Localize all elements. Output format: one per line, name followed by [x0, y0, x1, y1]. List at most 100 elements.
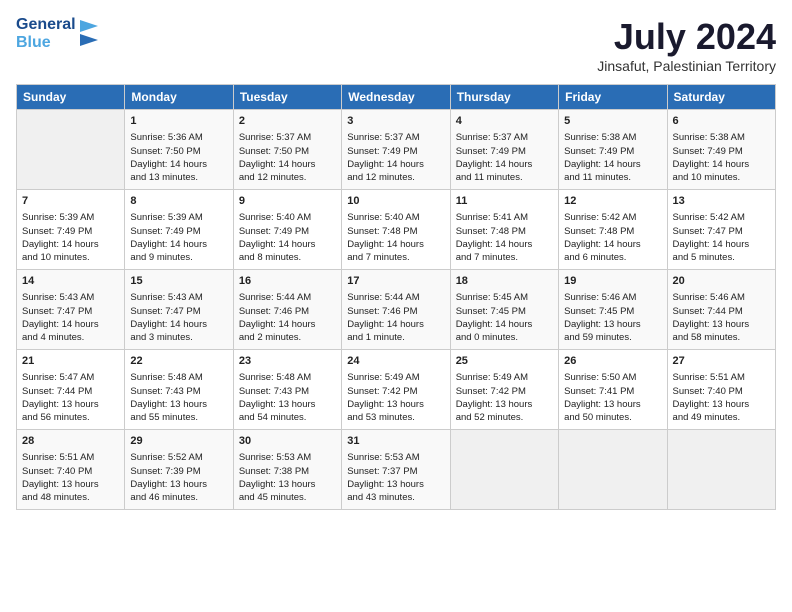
calendar-cell: 16Sunrise: 5:44 AMSunset: 7:46 PMDayligh…: [233, 270, 341, 350]
day-number: 25: [456, 354, 553, 369]
day-info: and 52 minutes.: [456, 411, 553, 424]
day-info: Daylight: 14 hours: [239, 158, 336, 171]
day-info: Sunset: 7:49 PM: [130, 225, 227, 238]
day-info: Sunrise: 5:40 AM: [239, 211, 336, 224]
day-info: and 11 minutes.: [564, 171, 661, 184]
calendar-cell: 22Sunrise: 5:48 AMSunset: 7:43 PMDayligh…: [125, 350, 233, 430]
day-number: 10: [347, 194, 444, 209]
day-info: Sunrise: 5:46 AM: [673, 291, 770, 304]
day-info: Sunrise: 5:49 AM: [347, 371, 444, 384]
logo-flag-icon: [78, 16, 100, 52]
logo: GeneralBlue: [16, 16, 100, 52]
col-header-saturday: Saturday: [667, 85, 775, 110]
day-info: Daylight: 13 hours: [564, 398, 661, 411]
day-number: 30: [239, 434, 336, 449]
day-info: and 55 minutes.: [130, 411, 227, 424]
day-info: and 5 minutes.: [673, 251, 770, 264]
day-info: and 10 minutes.: [673, 171, 770, 184]
day-info: Sunrise: 5:53 AM: [239, 451, 336, 464]
calendar-cell: 17Sunrise: 5:44 AMSunset: 7:46 PMDayligh…: [342, 270, 450, 350]
day-info: Sunrise: 5:39 AM: [22, 211, 119, 224]
calendar-cell: [559, 430, 667, 510]
day-info: Sunrise: 5:44 AM: [347, 291, 444, 304]
day-info: and 0 minutes.: [456, 331, 553, 344]
day-info: and 45 minutes.: [239, 491, 336, 504]
day-number: 14: [22, 274, 119, 289]
day-info: Daylight: 13 hours: [130, 398, 227, 411]
day-info: Daylight: 14 hours: [130, 318, 227, 331]
calendar-cell: 7Sunrise: 5:39 AMSunset: 7:49 PMDaylight…: [17, 190, 125, 270]
day-info: Sunrise: 5:48 AM: [239, 371, 336, 384]
day-info: Sunset: 7:49 PM: [673, 145, 770, 158]
day-number: 16: [239, 274, 336, 289]
calendar-cell: 12Sunrise: 5:42 AMSunset: 7:48 PMDayligh…: [559, 190, 667, 270]
calendar-cell: 11Sunrise: 5:41 AMSunset: 7:48 PMDayligh…: [450, 190, 558, 270]
day-info: Sunrise: 5:51 AM: [22, 451, 119, 464]
calendar-cell: 10Sunrise: 5:40 AMSunset: 7:48 PMDayligh…: [342, 190, 450, 270]
calendar-cell: 9Sunrise: 5:40 AMSunset: 7:49 PMDaylight…: [233, 190, 341, 270]
day-info: Sunrise: 5:46 AM: [564, 291, 661, 304]
calendar-cell: 26Sunrise: 5:50 AMSunset: 7:41 PMDayligh…: [559, 350, 667, 430]
calendar-cell: 31Sunrise: 5:53 AMSunset: 7:37 PMDayligh…: [342, 430, 450, 510]
day-number: 28: [22, 434, 119, 449]
page-header: GeneralBlue July 2024 Jinsafut, Palestin…: [16, 16, 776, 74]
calendar-cell: 28Sunrise: 5:51 AMSunset: 7:40 PMDayligh…: [17, 430, 125, 510]
day-info: Sunrise: 5:44 AM: [239, 291, 336, 304]
day-info: and 53 minutes.: [347, 411, 444, 424]
day-info: and 48 minutes.: [22, 491, 119, 504]
day-info: Sunset: 7:40 PM: [22, 465, 119, 478]
day-info: and 8 minutes.: [239, 251, 336, 264]
day-info: Daylight: 13 hours: [673, 318, 770, 331]
day-info: Sunset: 7:43 PM: [130, 385, 227, 398]
day-info: Sunset: 7:37 PM: [347, 465, 444, 478]
day-info: Daylight: 14 hours: [564, 158, 661, 171]
title-block: July 2024 Jinsafut, Palestinian Territor…: [597, 16, 776, 74]
day-info: Sunrise: 5:39 AM: [130, 211, 227, 224]
day-info: Sunrise: 5:41 AM: [456, 211, 553, 224]
day-info: and 12 minutes.: [347, 171, 444, 184]
day-info: Sunrise: 5:45 AM: [456, 291, 553, 304]
calendar-cell: 14Sunrise: 5:43 AMSunset: 7:47 PMDayligh…: [17, 270, 125, 350]
day-info: and 7 minutes.: [456, 251, 553, 264]
calendar-cell: 18Sunrise: 5:45 AMSunset: 7:45 PMDayligh…: [450, 270, 558, 350]
day-info: Sunrise: 5:38 AM: [564, 131, 661, 144]
calendar-cell: 6Sunrise: 5:38 AMSunset: 7:49 PMDaylight…: [667, 110, 775, 190]
day-info: and 1 minute.: [347, 331, 444, 344]
day-info: Sunset: 7:49 PM: [347, 145, 444, 158]
col-header-friday: Friday: [559, 85, 667, 110]
day-number: 24: [347, 354, 444, 369]
day-info: and 3 minutes.: [130, 331, 227, 344]
day-info: Sunrise: 5:42 AM: [564, 211, 661, 224]
day-info: Sunrise: 5:37 AM: [456, 131, 553, 144]
calendar-table: SundayMondayTuesdayWednesdayThursdayFrid…: [16, 84, 776, 510]
day-info: and 46 minutes.: [130, 491, 227, 504]
day-info: Sunrise: 5:43 AM: [22, 291, 119, 304]
day-info: Sunrise: 5:42 AM: [673, 211, 770, 224]
calendar-cell: 4Sunrise: 5:37 AMSunset: 7:49 PMDaylight…: [450, 110, 558, 190]
day-info: and 50 minutes.: [564, 411, 661, 424]
day-info: Sunrise: 5:51 AM: [673, 371, 770, 384]
day-info: Daylight: 14 hours: [347, 318, 444, 331]
day-info: and 6 minutes.: [564, 251, 661, 264]
day-number: 1: [130, 114, 227, 129]
day-info: Sunset: 7:48 PM: [347, 225, 444, 238]
day-info: Sunset: 7:42 PM: [347, 385, 444, 398]
day-info: Sunset: 7:44 PM: [673, 305, 770, 318]
day-number: 21: [22, 354, 119, 369]
day-info: Sunset: 7:39 PM: [130, 465, 227, 478]
day-info: and 56 minutes.: [22, 411, 119, 424]
day-info: Sunrise: 5:49 AM: [456, 371, 553, 384]
day-info: Daylight: 13 hours: [347, 398, 444, 411]
day-number: 3: [347, 114, 444, 129]
day-number: 18: [456, 274, 553, 289]
col-header-thursday: Thursday: [450, 85, 558, 110]
day-info: Sunrise: 5:53 AM: [347, 451, 444, 464]
calendar-cell: 1Sunrise: 5:36 AMSunset: 7:50 PMDaylight…: [125, 110, 233, 190]
day-info: and 59 minutes.: [564, 331, 661, 344]
day-info: Sunset: 7:49 PM: [456, 145, 553, 158]
calendar-cell: 5Sunrise: 5:38 AMSunset: 7:49 PMDaylight…: [559, 110, 667, 190]
day-info: and 43 minutes.: [347, 491, 444, 504]
day-number: 12: [564, 194, 661, 209]
day-info: Sunrise: 5:37 AM: [347, 131, 444, 144]
calendar-cell: 21Sunrise: 5:47 AMSunset: 7:44 PMDayligh…: [17, 350, 125, 430]
